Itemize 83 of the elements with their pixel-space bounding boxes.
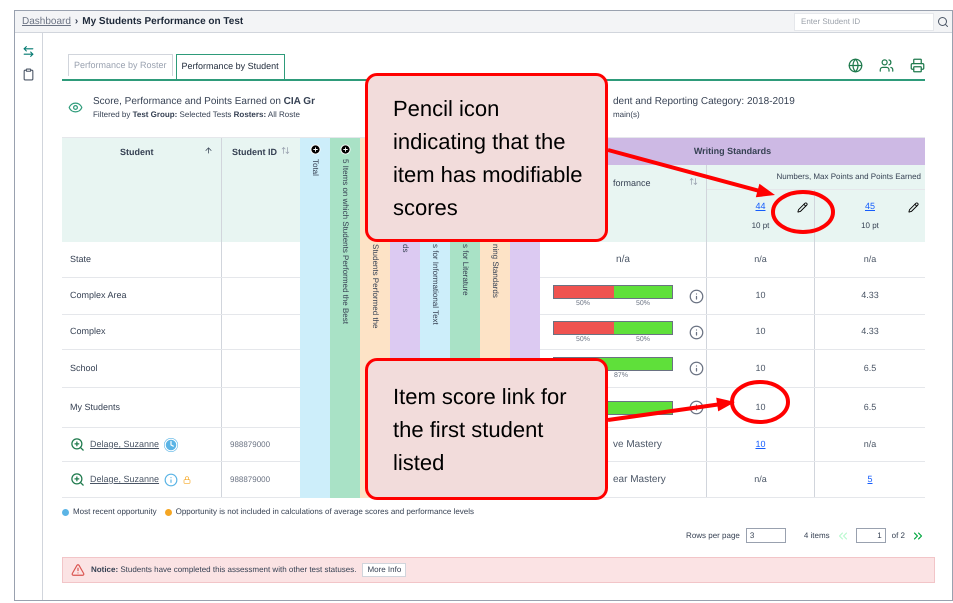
score-cell-text: 10: [755, 362, 766, 375]
student-id: 988879000: [230, 438, 270, 450]
column-header: Total: [310, 159, 321, 176]
info-icon: [164, 472, 178, 486]
column-header[interactable]: formance: [613, 177, 651, 190]
column-header: s for Literature: [460, 244, 471, 296]
max-points: 10 pt: [750, 220, 770, 232]
pencil-icon[interactable]: [908, 202, 919, 212]
student-link[interactable]: Delage, Suzanne: [90, 438, 160, 452]
score-cell-text: n/a: [754, 252, 767, 266]
page-title: My Students Performance on Test: [82, 15, 244, 29]
student-link[interactable]: Delage, Suzanne: [90, 472, 160, 486]
report-title: dent and Reporting Category: 2018-2019: [613, 94, 795, 108]
item-count: 4 items: [804, 530, 830, 542]
column-header: ning Standards: [490, 244, 501, 298]
magnifier-icon[interactable]: [70, 472, 85, 487]
score-cell-text: 10: [755, 289, 766, 302]
score-cell-text: n/a: [864, 252, 876, 266]
score-link[interactable]: 10: [753, 438, 768, 452]
student-id: 988879000: [230, 474, 270, 486]
score-cell-text: 10: [755, 400, 766, 414]
callout-text: Pencil icon indicating that the item has modifiable scores: [393, 94, 584, 222]
table-cell-text: ve Mastery: [613, 438, 662, 452]
row-label: Complex: [70, 325, 106, 338]
score-cell-text: n/a: [864, 438, 876, 451]
globe-icon[interactable]: [848, 58, 863, 73]
page-total: of 2: [892, 530, 905, 542]
score-cell-text: 6.5: [864, 400, 876, 414]
tab[interactable]: Performance by Student: [176, 54, 285, 79]
page-field[interactable]: 1: [856, 528, 886, 543]
report-title: Score, Performance and Points Earned on CIA Gr: [93, 94, 316, 108]
column-header: Students Performed the: [370, 244, 381, 328]
column-header[interactable]: Student ID: [232, 146, 277, 160]
warning-icon: [71, 563, 85, 577]
score-cell-text: 10: [755, 325, 766, 338]
row-label: School: [70, 362, 98, 375]
magnifier-icon[interactable]: [70, 437, 85, 452]
student-id-field[interactable]: Enter Student ID: [794, 12, 934, 30]
callout-text: Item score link for the first student listed: [393, 382, 568, 476]
breadcrumb-separator: ›: [74, 15, 78, 29]
item-number-link[interactable]: 45: [864, 200, 875, 214]
column-header: 5 Items on which Students Performed the Best: [340, 159, 351, 324]
score-cell-text: 4.33: [861, 325, 879, 338]
print-icon[interactable]: [910, 58, 925, 73]
expand-icon[interactable]: [340, 144, 350, 155]
legend-text: Opportunity is not included in calculations of average scores and performance levels: [176, 506, 474, 518]
pencil-icon[interactable]: [797, 202, 808, 212]
column-header: s for Informational Text: [430, 244, 441, 325]
items-caption: Numbers, Max Points and Points Earned: [776, 171, 921, 183]
row-label: State: [70, 252, 92, 266]
score-cell-text: 6.5: [864, 362, 876, 375]
highlight-circle: [730, 380, 790, 424]
expand-icon[interactable]: [310, 144, 320, 155]
eye-icon[interactable]: [68, 100, 83, 114]
users-icon[interactable]: [879, 58, 894, 73]
breadcrumb-link[interactable]: Dashboard: [22, 14, 71, 29]
info-icon[interactable]: [689, 400, 704, 415]
sort-icon[interactable]: [204, 146, 213, 155]
report-filter: Filtered by Test Group: Selected Tests Rosters: All Roste: [93, 108, 301, 120]
item-number-link[interactable]: 44: [755, 200, 766, 214]
rows-per-page-label: Rows per page: [686, 530, 740, 542]
clipboard-icon[interactable]: [22, 68, 35, 81]
score-cell-text: 4.33: [861, 289, 879, 302]
report-filter: main(s): [613, 108, 641, 120]
column-header[interactable]: Student: [120, 146, 154, 160]
row-label: Complex Area: [70, 289, 127, 302]
info-icon[interactable]: [689, 324, 704, 340]
more-info-button[interactable]: More Info: [362, 563, 406, 577]
max-points: 10 pt: [860, 220, 880, 232]
info-icon[interactable]: [689, 288, 704, 304]
score-link[interactable]: 5: [865, 472, 874, 486]
highlight-circle: [771, 190, 835, 234]
column-header: ds: [400, 244, 411, 252]
table-cell-text: ear Mastery: [613, 473, 666, 487]
search-icon[interactable]: [937, 16, 949, 28]
table-cell-text: n/a: [616, 253, 630, 267]
score-cell-text: n/a: [754, 472, 767, 486]
row-label: My Students: [70, 400, 120, 414]
notice-text: Notice: Students have completed this assessment with other test statuses.: [91, 564, 356, 576]
rows-per-page-field[interactable]: 3: [746, 528, 786, 543]
group-title: Writing Standards: [694, 144, 772, 158]
legend-text: Most recent opportunity: [73, 506, 157, 518]
info-icon[interactable]: [689, 361, 704, 376]
